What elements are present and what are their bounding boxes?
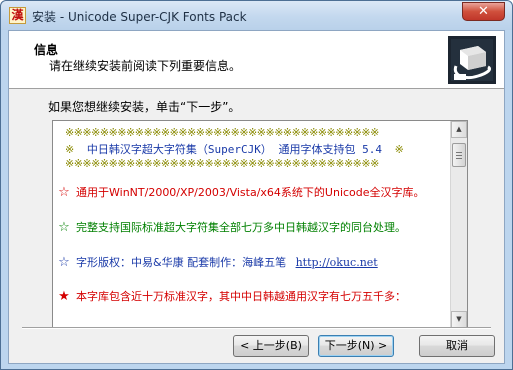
star-filled-icon: ★ bbox=[58, 289, 70, 304]
info-line: ☆ 通用于WinNT/2000/XP/2003/Vista/x64系统下的Unic… bbox=[56, 184, 425, 200]
info-line-text: 完整支持国际标准超大字符集全部七万多中日韩越汉字的同台处理。 bbox=[76, 221, 406, 234]
footer-divider bbox=[22, 327, 491, 329]
info-line: ☆ 完整支持国际标准超大字符集全部七万多中日韩越汉字的同台处理。 bbox=[56, 219, 406, 235]
scroll-up-button[interactable]: ▲ bbox=[451, 121, 467, 138]
info-line: ☆ 字形版权：中易&华康 配套制作：海峰五笔 http://okuc.net bbox=[56, 254, 378, 270]
info-line-text: 本字库包含近十万标准汉字，其中中日韩越通用汉字有七万五千多： bbox=[76, 290, 406, 303]
scroll-thumb[interactable] bbox=[452, 143, 466, 167]
window-title: 安装 - Unicode Super-CJK Fonts Pack bbox=[32, 10, 247, 24]
info-line-text: 字形版权：中易&华康 配套制作：海峰五笔 bbox=[76, 256, 287, 269]
page-title: 信息 bbox=[34, 43, 59, 57]
website-link[interactable]: http://okuc.net bbox=[296, 256, 378, 269]
info-textbox[interactable]: ※※※※※※※※※※※※※※※※※※※※※※※※※※※※※※※※※※※※ ※ 中… bbox=[52, 120, 468, 329]
info-line-text: 通用于WinNT/2000/XP/2003/Vista/x64系统下的Unico… bbox=[76, 186, 425, 199]
star-outline-icon: ☆ bbox=[58, 185, 70, 200]
info-line: ★ 本字库包含近十万标准汉字，其中中日韩越通用汉字有七万五千多： bbox=[56, 288, 406, 304]
installer-window: 漢 安装 - Unicode Super-CJK Fonts Pack ✕ 信息… bbox=[0, 0, 513, 370]
close-button[interactable]: ✕ bbox=[462, 2, 505, 21]
back-button[interactable]: < 上一步(B) bbox=[233, 335, 309, 357]
decorative-star: ※ bbox=[394, 143, 404, 156]
wizard-body: 信息 请在继续安装前阅读下列重要信息。 如果您想继续安装，单击“下一步”。 ※※… bbox=[8, 30, 505, 364]
cancel-button[interactable]: 取消 bbox=[419, 335, 495, 357]
info-title-line: ※ 中日韩汉字超大字符集（SuperCJK） 通用字体支持包 5.4 ※ bbox=[65, 141, 404, 157]
decorative-star: ※ bbox=[65, 143, 75, 156]
decorative-star-row: ※※※※※※※※※※※※※※※※※※※※※※※※※※※※※※※※※※※※ bbox=[65, 126, 379, 139]
star-outline-icon: ☆ bbox=[58, 255, 70, 270]
title-bar[interactable]: 漢 安装 - Unicode Super-CJK Fonts Pack ✕ bbox=[1, 1, 512, 30]
vertical-scrollbar[interactable]: ▲ ▼ bbox=[450, 121, 467, 328]
installer-logo-icon bbox=[448, 36, 496, 84]
page-subtitle: 请在继续安装前阅读下列重要信息。 bbox=[49, 59, 242, 73]
next-button[interactable]: 下一步(N) > bbox=[318, 335, 394, 357]
app-icon: 漢 bbox=[9, 7, 26, 24]
wizard-header: 信息 请在继续安装前阅读下列重要信息。 bbox=[9, 31, 504, 89]
intro-text: 如果您想继续安装，单击“下一步”。 bbox=[48, 100, 241, 114]
decorative-star-row: ※※※※※※※※※※※※※※※※※※※※※※※※※※※※※※※※※※※※ bbox=[65, 157, 379, 170]
star-outline-icon: ☆ bbox=[58, 220, 70, 235]
scroll-down-button[interactable]: ▼ bbox=[451, 311, 467, 328]
info-content: ※※※※※※※※※※※※※※※※※※※※※※※※※※※※※※※※※※※※ ※ 中… bbox=[53, 121, 451, 328]
info-title: 中日韩汉字超大字符集（SuperCJK） 通用字体支持包 5.4 bbox=[86, 143, 382, 156]
